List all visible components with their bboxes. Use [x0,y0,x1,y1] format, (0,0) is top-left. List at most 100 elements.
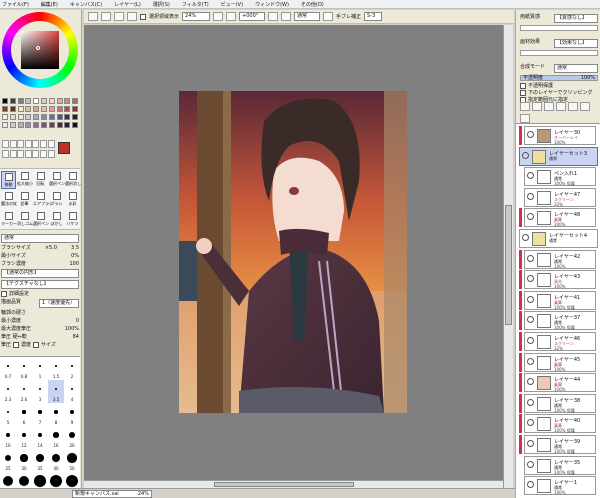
brush-size-cell[interactable]: 50 [64,449,80,472]
layer-row[interactable]: レイヤー44 乗算 100% [524,373,596,393]
layer-row[interactable]: レイヤー43 発光 100% [524,270,596,290]
color-swatch[interactable] [33,114,40,120]
blend-mode-select[interactable]: 通常 [294,12,321,21]
eye-icon[interactable] [527,172,534,180]
deselect-button[interactable] [114,12,124,21]
brush-size-cell[interactable]: 12 [16,426,32,449]
color-swatch[interactable] [41,114,47,120]
color-swatch[interactable] [64,114,71,120]
primary-color-swatch[interactable] [58,142,70,154]
brush-tool[interactable]: 鉛筆 [17,191,32,209]
brush-tool[interactable]: 水彩 [65,191,80,209]
color-swatch[interactable] [2,98,8,104]
brush-size-multiplier[interactable]: ×5.0 [45,245,57,251]
color-swatch[interactable] [17,106,24,112]
brush-size-cell[interactable]: 2 [64,357,80,380]
horizontal-scroll-thumb[interactable] [214,482,354,487]
brush-tool[interactable]: 消しゴム [17,211,33,229]
color-swatch[interactable] [33,106,40,112]
brush-size-cell[interactable]: 8 [48,403,64,426]
brush-tool[interactable]: エアブラシ [33,191,53,209]
layer-row[interactable]: ペン入れ1 通常 100% 保護 [524,167,596,187]
color-swatch[interactable] [56,98,63,104]
saturation-value-square[interactable] [21,31,59,69]
layer-mask-button[interactable] [544,102,554,111]
color-swatch[interactable] [72,114,79,120]
layer-row[interactable]: レイヤー35 通常 100% 保護 [524,455,596,475]
tool-icon-button[interactable] [47,150,55,158]
eye-icon[interactable] [527,419,534,427]
brush-shape-select[interactable]: 【通常の円形】 [1,269,79,278]
eye-icon[interactable] [527,357,534,365]
brush-tool[interactable]: マーカー [1,211,17,229]
artwork-canvas[interactable] [179,91,407,413]
pressure-hardness-value[interactable]: 84 [73,334,79,340]
eye-icon[interactable] [527,440,534,447]
brush-size-cell[interactable]: 30 [16,449,32,472]
color-swatch[interactable] [25,98,32,104]
brush-texture-select[interactable]: 【テクスチャなし】 [1,280,79,289]
layer-blend-select[interactable]: 通常 [554,64,598,73]
color-swatch[interactable] [9,106,16,112]
max-pressure-value[interactable]: 100% [65,326,79,332]
brush-tool[interactable]: バケツ [65,211,80,229]
menu-item-5[interactable]: フィルタ(T) [182,1,209,8]
flip-button[interactable] [323,12,334,21]
selection-display-checkbox[interactable] [140,13,146,20]
brush-size-cell[interactable]: 7 [32,403,48,426]
color-swatch[interactable] [72,98,79,104]
brush-tool[interactable]: 回転 [33,171,48,189]
color-swatch[interactable] [64,98,71,104]
brush-size-cell[interactable]: 5 [0,403,16,426]
layer-row[interactable]: レイヤー38 通常 100% 保護 [524,393,596,413]
tool-icon-button[interactable] [17,150,25,158]
menu-item-8[interactable]: その他(O) [301,1,324,8]
menu-item-3[interactable]: レイヤー(L) [114,1,141,8]
brush-size-cell[interactable]: 6 [16,403,32,426]
brush-size-cell[interactable]: 14 [32,426,48,449]
layer-row[interactable]: レイヤー46 スクリーン 32% [524,332,596,351]
color-swatch[interactable] [33,122,40,128]
brush-tool[interactable]: 選択消し [65,171,81,189]
brush-tool[interactable]: 魔法の杖 [1,191,17,209]
brush-size-cell[interactable]: 40 [48,449,64,472]
layer-row[interactable]: レイヤー1 通常 100% [524,476,596,496]
brush-size-cell[interactable]: 3 [32,380,48,403]
color-swatch[interactable] [64,122,71,128]
tool-icon-button[interactable] [40,150,47,158]
horizontal-scrollbar[interactable] [84,480,503,488]
color-swatch[interactable] [9,114,16,120]
brush-size-cell[interactable]: 10 [0,426,16,449]
eye-icon[interactable] [522,151,529,159]
redo-button[interactable] [101,12,111,21]
paper-effect-strength[interactable] [520,50,598,56]
layer-row[interactable]: レイヤー45 乗算 100% [524,352,596,372]
color-swatch[interactable] [48,114,55,120]
color-swatch[interactable] [2,106,8,112]
color-swatch[interactable] [2,114,8,120]
tool-icon-button[interactable] [24,140,32,148]
brush-size-cell[interactable]: 0.8 [16,357,32,380]
rotation-field[interactable]: +000° [239,12,266,21]
delete-layer-button[interactable] [520,114,530,123]
color-swatch[interactable] [41,122,47,128]
quality-select[interactable]: 1（速度優先） [39,299,79,308]
eye-icon[interactable] [527,254,534,262]
undo-button[interactable] [88,12,98,21]
merge-down-button[interactable] [568,102,578,111]
tool-icon-button[interactable] [24,150,32,158]
zoom-out-button[interactable] [213,12,224,21]
layer-opacity-bar[interactable]: 不透明度 100% [520,75,598,81]
color-swatch[interactable] [41,106,47,112]
layer-folder-row[interactable]: レイヤーセット4 通常 [519,229,598,248]
brush-size-cell[interactable]: 2.3 [0,380,16,403]
rotate-right-button[interactable] [281,12,292,21]
paper-effect-select[interactable]: 【効果なし】 [554,39,598,48]
tool-icon-button[interactable] [2,150,9,158]
brush-size-cell[interactable]: 3.5 [48,380,64,403]
eye-icon[interactable] [527,131,534,138]
canvas-area[interactable] [84,25,503,488]
eye-icon[interactable] [527,295,534,303]
color-swatch[interactable] [17,114,24,120]
pressure-size-checkbox[interactable] [33,342,40,348]
